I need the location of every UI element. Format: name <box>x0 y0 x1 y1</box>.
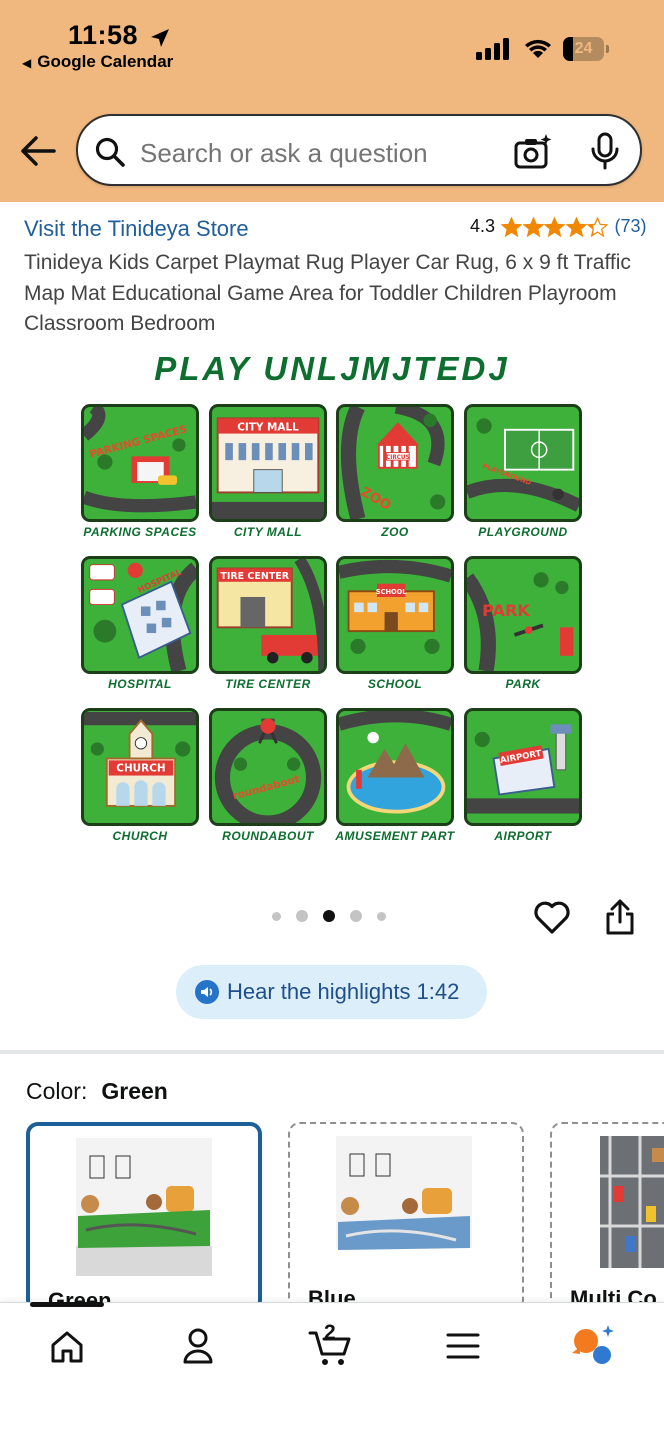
carousel-dot[interactable] <box>350 910 362 922</box>
tire-sign: TIRE CENTER <box>220 571 289 582</box>
airport-illustration: AIRPORT <box>467 724 579 814</box>
carousel-dots[interactable] <box>272 910 401 922</box>
blue-rug-image <box>336 1136 472 1250</box>
cellular-signal-icon <box>476 38 509 60</box>
color-value: Green <box>101 1078 168 1104</box>
back-triangle-icon: ◀ <box>22 56 32 70</box>
church-sign: CHURCH <box>116 763 165 775</box>
tile-airport: AIRPORT <box>464 708 582 826</box>
share-icon[interactable] <box>604 898 636 936</box>
school-sign: SCHOOL <box>376 588 407 596</box>
account-icon[interactable] <box>168 1321 228 1371</box>
rufus-ai-icon[interactable] <box>564 1321 624 1371</box>
tile-tire-center: TIRE CENTER <box>209 556 327 674</box>
parking-illustration: PARKING SPACES <box>84 407 196 513</box>
carousel-dot[interactable] <box>377 911 386 921</box>
mall-sign: CITY MALL <box>237 422 299 434</box>
multi-rug-image <box>600 1136 664 1268</box>
image-headline: PLAY UNLJMJTEDJ <box>154 350 510 387</box>
search-bar[interactable] <box>76 114 642 186</box>
section-divider <box>0 1050 664 1054</box>
location-arrow-icon <box>151 29 169 47</box>
school-illustration: SCHOOL <box>339 559 451 654</box>
tile-label: AIRPORT <box>494 829 552 843</box>
status-time: 11:58 <box>68 20 139 50</box>
star-icon <box>522 216 544 237</box>
color-option-green[interactable]: Green <box>26 1122 262 1312</box>
camera-icon[interactable] <box>514 134 552 170</box>
star-icon <box>544 216 566 237</box>
menu-icon[interactable] <box>433 1321 493 1371</box>
bottom-navigation: 2 <box>0 1302 664 1440</box>
tile-hospital: HOSPITAL <box>81 556 199 674</box>
tire-center-illustration: TIRE CENTER <box>216 559 324 671</box>
review-count[interactable]: (73) <box>615 216 647 237</box>
tile-zoo: CIRCUS ZOO <box>336 404 454 522</box>
roundabout-illustration: roundabout <box>214 718 322 823</box>
rating-stars <box>501 216 609 237</box>
back-app-name: Google Calendar <box>37 52 174 71</box>
search-icon <box>95 137 125 167</box>
tile-amusement-park <box>336 708 454 826</box>
tile-label: PLAYGROUND <box>478 525 568 539</box>
hear-highlights-label: Hear the highlights 1:42 <box>227 979 460 1004</box>
tile-label: PARK <box>505 677 541 691</box>
hear-highlights-button[interactable]: Hear the highlights 1:42 <box>176 965 487 1019</box>
carousel-dot[interactable] <box>272 911 281 921</box>
mall-illustration: CITY MALL <box>212 417 324 519</box>
roundabout-sign: roundabout <box>232 773 302 802</box>
wifi-icon <box>525 39 551 58</box>
audio-icon <box>195 980 219 1004</box>
search-input[interactable] <box>140 138 500 169</box>
heart-icon[interactable] <box>532 898 572 936</box>
back-to-app-link[interactable]: ◀ Google Calendar <box>22 52 173 72</box>
cart-count: 2 <box>324 1321 336 1344</box>
tile-parking-spaces: PARKING SPACES <box>81 404 199 522</box>
color-option-blue[interactable]: Blue <box>288 1122 524 1312</box>
circus-sign: CIRCUS <box>386 455 410 461</box>
color-option-multi[interactable]: Multi Co <box>550 1122 664 1312</box>
carousel-dot[interactable] <box>323 910 335 922</box>
park-sign: PARK <box>482 601 530 620</box>
color-selection: Color: Green <box>26 1078 168 1105</box>
app-header: 11:58 ◀ Google Calendar 24 <box>0 0 664 202</box>
green-rug-image <box>76 1138 212 1276</box>
star-icon <box>565 216 587 237</box>
battery-nub <box>606 45 609 53</box>
tile-church: CHURCH <box>81 708 199 826</box>
product-title: Tinideya Kids Carpet Playmat Rug Player … <box>24 251 631 335</box>
rating-value: 4.3 <box>470 216 496 236</box>
tile-city-mall: CITY MALL <box>209 404 327 522</box>
product-image[interactable]: PLAY UNLJMJTEDJ PARKING SPACES PARKING S… <box>0 346 664 866</box>
star-icon <box>501 216 523 237</box>
zoo-illustration: CIRCUS ZOO <box>340 407 446 519</box>
battery-indicator: 24 <box>563 37 611 61</box>
microphone-icon[interactable] <box>590 132 620 170</box>
back-arrow-icon[interactable] <box>18 133 58 169</box>
park-illustration: PARK <box>467 572 574 671</box>
tile-roundabout: roundabout <box>209 708 327 826</box>
store-link[interactable]: Visit the Tinideya Store <box>24 216 249 242</box>
home-icon[interactable] <box>37 1321 97 1371</box>
tile-playground: PLAYGROUND <box>464 404 582 522</box>
star-icon <box>587 216 609 237</box>
battery-percent: 24 <box>574 40 593 57</box>
hospital-illustration: HOSPITAL <box>89 562 196 671</box>
church-illustration: CHURCH <box>84 711 196 807</box>
color-label: Color: <box>26 1078 88 1104</box>
tile-park: PARK <box>464 556 582 674</box>
cart-icon[interactable]: 2 <box>300 1321 360 1371</box>
rating-summary[interactable]: 4.3 (73) <box>470 216 647 237</box>
active-tab-indicator <box>30 1302 104 1307</box>
amusement-illustration <box>339 711 451 814</box>
playground-illustration: PLAYGROUND <box>467 418 579 512</box>
tile-school: SCHOOL <box>336 556 454 674</box>
carousel-dot[interactable] <box>296 910 308 922</box>
